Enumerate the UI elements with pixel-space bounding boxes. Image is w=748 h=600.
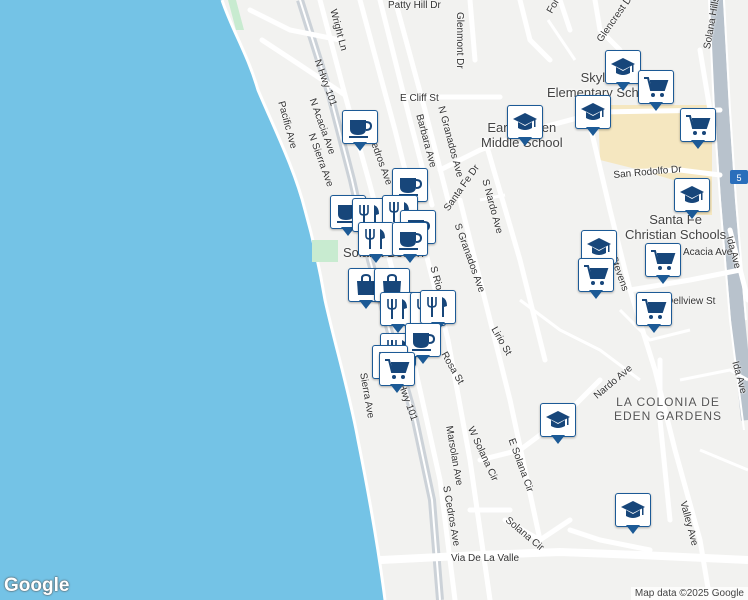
- marker-pointer: [626, 525, 640, 534]
- map-marker[interactable]: [615, 493, 651, 535]
- marker-pointer: [518, 137, 532, 146]
- marker-pointer: [390, 384, 404, 393]
- coffee-icon: [392, 222, 428, 256]
- marker-pointer: [685, 210, 699, 219]
- shopping-cart-icon: [379, 352, 415, 386]
- marker-pointer: [586, 127, 600, 136]
- school-icon: [575, 95, 611, 129]
- marker-pointer: [416, 355, 430, 364]
- neighborhood-label: LA COLONIA DE EDEN GARDENS: [613, 395, 723, 423]
- marker-pointer: [391, 324, 405, 333]
- marker-pointer: [656, 275, 670, 284]
- school-icon: [507, 105, 543, 139]
- map-marker[interactable]: [540, 403, 576, 445]
- shopping-cart-icon: [578, 258, 614, 292]
- street-label: Glenmont Dr: [454, 12, 465, 69]
- street-label: E Cliff St: [400, 93, 439, 104]
- shopping-cart-icon: [636, 292, 672, 326]
- map-marker[interactable]: [358, 222, 394, 264]
- marker-pointer: [551, 435, 565, 444]
- marker-pointer: [649, 102, 663, 111]
- highway-5-shield: 5: [730, 170, 748, 184]
- school-icon: [540, 403, 576, 437]
- street-label: Via De La Valle: [451, 553, 520, 564]
- map-marker[interactable]: [342, 110, 378, 152]
- coffee-icon: [342, 110, 378, 144]
- map-marker[interactable]: [392, 222, 428, 264]
- school-icon: [615, 493, 651, 527]
- street-label: Dellview St: [666, 296, 716, 307]
- marker-pointer: [359, 300, 373, 309]
- marker-pointer: [369, 254, 383, 263]
- restaurant-icon: [358, 222, 394, 256]
- map-marker[interactable]: [636, 292, 672, 334]
- marker-pointer: [616, 82, 630, 91]
- shopping-cart-icon: [645, 243, 681, 277]
- map-marker[interactable]: [575, 95, 611, 137]
- marker-pointer: [691, 140, 705, 149]
- street-label: Patty Hill Dr: [388, 0, 441, 11]
- school-icon: [605, 50, 641, 84]
- shopping-cart-icon: [638, 70, 674, 104]
- map-marker[interactable]: [507, 105, 543, 147]
- map-marker[interactable]: [379, 352, 415, 394]
- map-attribution[interactable]: Map data ©2025 Google: [630, 587, 748, 600]
- map-canvas[interactable]: 5 Patty Hill DrWright LnGlenmont DrFord …: [0, 0, 748, 600]
- school-icon: [674, 178, 710, 212]
- svg-text:5: 5: [736, 173, 741, 183]
- map-marker[interactable]: [645, 243, 681, 285]
- restaurant-icon: [420, 290, 456, 324]
- map-marker[interactable]: [680, 108, 716, 150]
- marker-pointer: [403, 254, 417, 263]
- street-label: Acacia Ave: [683, 247, 733, 258]
- map-marker[interactable]: [674, 178, 710, 220]
- marker-pointer: [589, 290, 603, 299]
- marker-pointer: [647, 324, 661, 333]
- google-logo: Google: [4, 575, 70, 596]
- marker-pointer: [353, 142, 367, 151]
- shopping-cart-icon: [680, 108, 716, 142]
- map-marker[interactable]: [605, 50, 641, 92]
- map-marker[interactable]: [638, 70, 674, 112]
- map-marker[interactable]: [578, 258, 614, 300]
